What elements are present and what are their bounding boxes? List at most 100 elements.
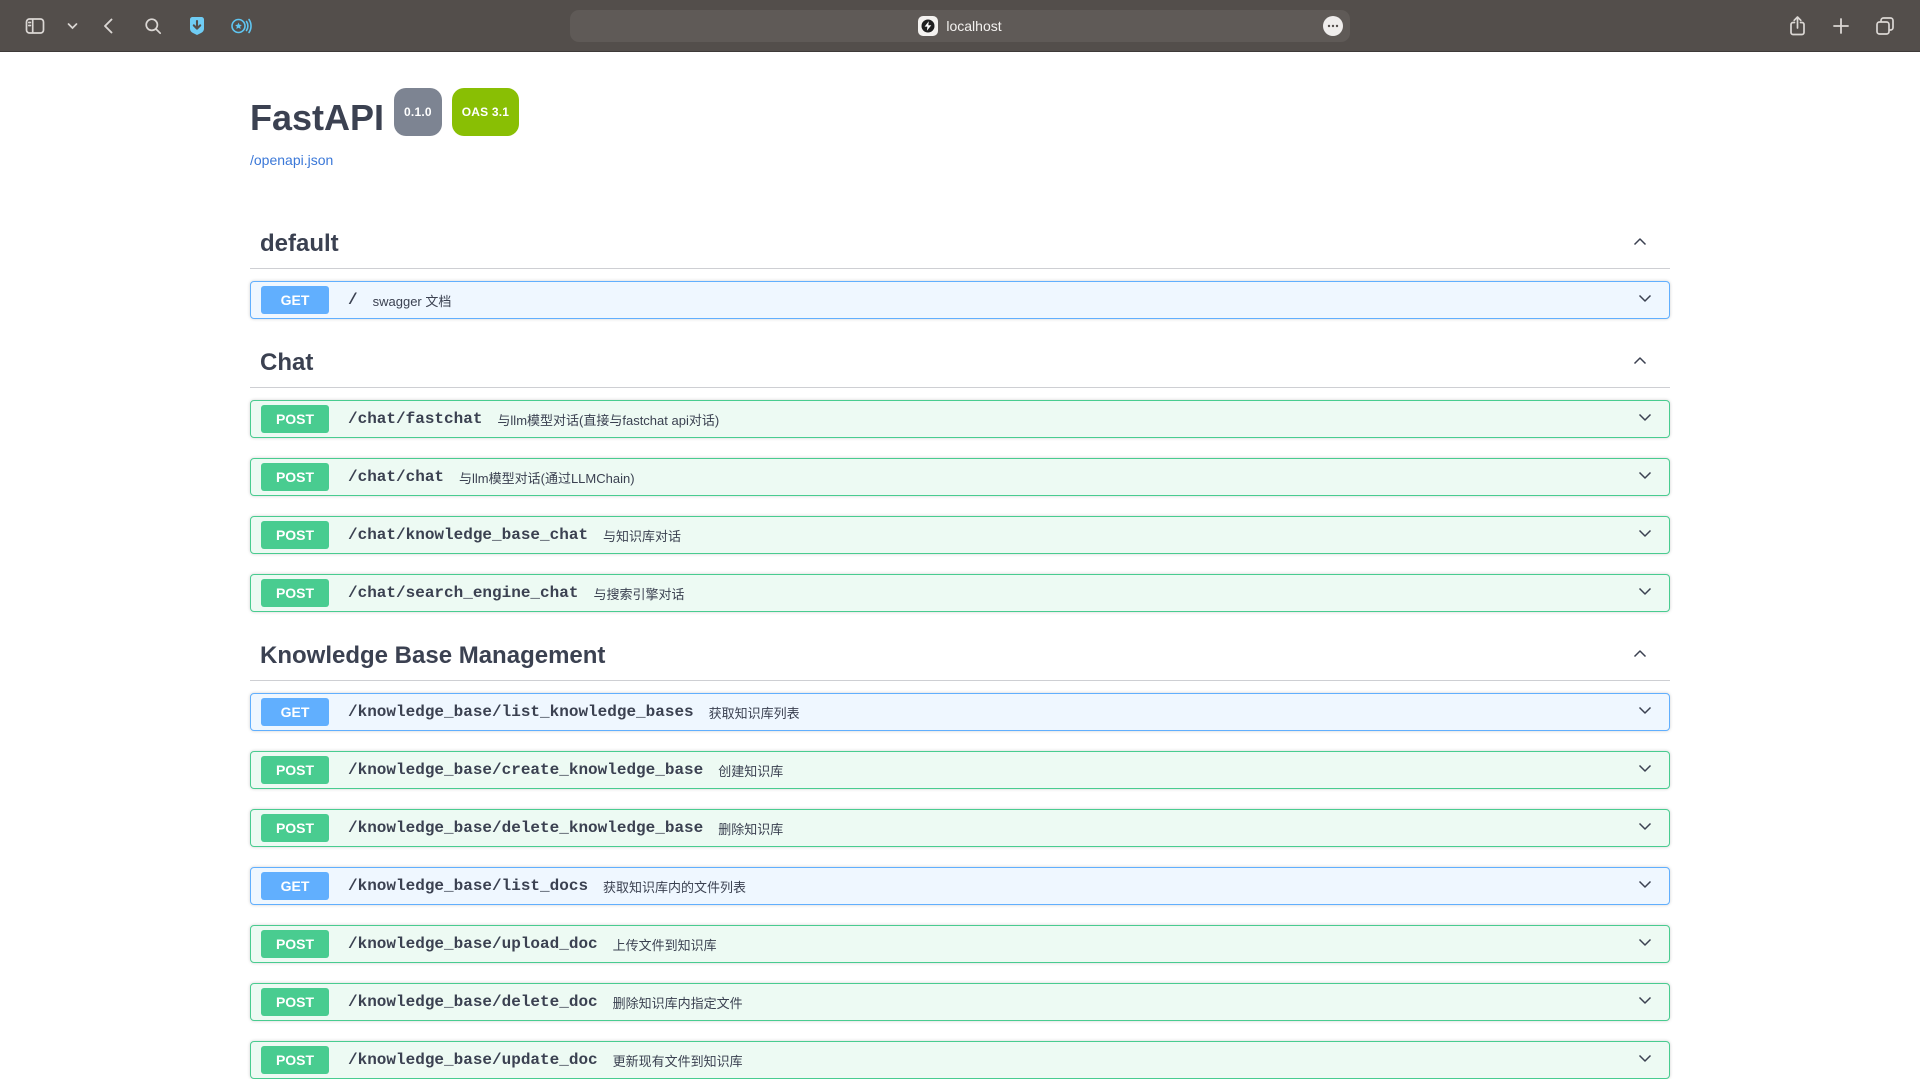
endpoint-row[interactable]: GET /knowledge_base/list_knowledge_bases… bbox=[250, 693, 1670, 731]
endpoint-path: /knowledge_base/delete_doc bbox=[348, 993, 598, 1011]
version-badge: 0.1.0 bbox=[394, 88, 442, 136]
section-title: Chat bbox=[260, 349, 313, 377]
endpoint-description: 与搜索引擎对话 bbox=[593, 584, 684, 603]
back-button[interactable] bbox=[92, 9, 126, 43]
chevron-down-icon bbox=[1635, 700, 1655, 725]
chevron-down-icon bbox=[1635, 407, 1655, 432]
sidebar-icon bbox=[24, 15, 46, 37]
url-text: localhost bbox=[946, 18, 1001, 34]
section-header[interactable]: Knowledge Base Management bbox=[250, 632, 1670, 681]
chevron-down-icon bbox=[1635, 758, 1655, 783]
chevron-down-icon bbox=[1635, 465, 1655, 490]
endpoint-row[interactable]: POST /chat/fastchat 与llm模型对话(直接与fastchat… bbox=[250, 400, 1670, 438]
endpoint-description: 与llm模型对话(直接与fastchat api对话) bbox=[497, 410, 719, 429]
endpoint-row[interactable]: POST /knowledge_base/upload_doc 上传文件到知识库 bbox=[250, 925, 1670, 963]
method-badge: POST bbox=[261, 463, 329, 491]
endpoint-path: /knowledge_base/upload_doc bbox=[348, 935, 598, 953]
share-icon bbox=[1787, 15, 1808, 37]
api-title-text: FastAPI bbox=[250, 98, 384, 138]
endpoint-summary: GET /knowledge_base/list_docs 获取知识库内的文件列… bbox=[251, 868, 1669, 904]
endpoint-summary: POST /knowledge_base/upload_doc 上传文件到知识库 bbox=[251, 926, 1669, 962]
endpoint-row[interactable]: GET /knowledge_base/list_docs 获取知识库内的文件列… bbox=[250, 867, 1670, 905]
endpoint-path: /chat/chat bbox=[348, 468, 444, 486]
section-body: GET /knowledge_base/list_knowledge_bases… bbox=[250, 681, 1670, 1079]
chevron-down-icon bbox=[1635, 581, 1655, 606]
chevron-up-icon bbox=[1630, 644, 1650, 669]
section-header[interactable]: Chat bbox=[250, 339, 1670, 388]
method-badge: POST bbox=[261, 988, 329, 1016]
endpoint-description: 创建知识库 bbox=[718, 761, 783, 780]
tag-section: Chat POST /chat/fastchat 与llm模型对话(直接与fas… bbox=[250, 339, 1670, 612]
share-button[interactable] bbox=[1780, 9, 1814, 43]
method-badge: GET bbox=[261, 286, 329, 314]
api-info: FastAPI 0.1.0 OAS 3.1 /openapi.json bbox=[250, 52, 1670, 170]
chevron-down-icon bbox=[1635, 990, 1655, 1015]
endpoint-row[interactable]: POST /knowledge_base/delete_knowledge_ba… bbox=[250, 809, 1670, 847]
chevron-down-icon bbox=[1635, 932, 1655, 957]
endpoint-path: /knowledge_base/list_knowledge_bases bbox=[348, 703, 694, 721]
endpoint-description: 获取知识库列表 bbox=[709, 703, 800, 722]
search-icon bbox=[143, 16, 163, 36]
tag-section: Knowledge Base Management GET /knowledge… bbox=[250, 632, 1670, 1079]
endpoint-row[interactable]: POST /knowledge_base/create_knowledge_ba… bbox=[250, 751, 1670, 789]
sidebar-dropdown-button[interactable] bbox=[62, 9, 82, 43]
endpoint-row[interactable]: POST /chat/chat 与llm模型对话(通过LLMChain) bbox=[250, 458, 1670, 496]
tag-section: default GET / swagger 文档 bbox=[250, 220, 1670, 319]
endpoint-description: 更新现有文件到知识库 bbox=[613, 1051, 743, 1070]
method-badge: POST bbox=[261, 814, 329, 842]
tab-overview-icon bbox=[1874, 15, 1896, 37]
endpoint-row[interactable]: GET / swagger 文档 bbox=[250, 281, 1670, 319]
page-title: FastAPI 0.1.0 OAS 3.1 bbox=[250, 94, 1670, 142]
section-body: POST /chat/fastchat 与llm模型对话(直接与fastchat… bbox=[250, 388, 1670, 612]
endpoint-path: /chat/knowledge_base_chat bbox=[348, 526, 588, 544]
shield-extension-icon bbox=[186, 15, 208, 37]
endpoint-path: /knowledge_base/create_knowledge_base bbox=[348, 761, 703, 779]
search-button[interactable] bbox=[136, 9, 170, 43]
method-badge: GET bbox=[261, 872, 329, 900]
content-wrapper: FastAPI 0.1.0 OAS 3.1 /openapi.json defa… bbox=[230, 52, 1690, 1079]
endpoint-row[interactable]: POST /knowledge_base/update_doc 更新现有文件到知… bbox=[250, 1041, 1670, 1079]
endpoint-description: 获取知识库内的文件列表 bbox=[603, 877, 746, 896]
broadcast-extension-button[interactable] bbox=[224, 9, 258, 43]
section-title: default bbox=[260, 230, 339, 258]
site-favicon-bolt-icon bbox=[918, 16, 938, 36]
method-badge: POST bbox=[261, 579, 329, 607]
endpoint-summary: GET / swagger 文档 bbox=[251, 282, 1669, 318]
endpoint-path: /chat/fastchat bbox=[348, 410, 482, 428]
ellipsis-icon bbox=[1327, 24, 1339, 28]
method-badge: POST bbox=[261, 930, 329, 958]
endpoint-summary: POST /knowledge_base/update_doc 更新现有文件到知… bbox=[251, 1042, 1669, 1078]
address-bar[interactable]: localhost bbox=[570, 10, 1350, 42]
oas-badge: OAS 3.1 bbox=[452, 88, 519, 136]
endpoint-summary: POST /knowledge_base/delete_doc 删除知识库内指定… bbox=[251, 984, 1669, 1020]
endpoint-description: 删除知识库内指定文件 bbox=[613, 993, 743, 1012]
endpoint-row[interactable]: POST /knowledge_base/delete_doc 删除知识库内指定… bbox=[250, 983, 1670, 1021]
new-tab-button[interactable] bbox=[1824, 9, 1858, 43]
broadcast-extension-icon bbox=[229, 15, 253, 37]
chevron-down-icon bbox=[1635, 1048, 1655, 1073]
openapi-spec-link[interactable]: /openapi.json bbox=[250, 152, 333, 168]
toolbar-right-group bbox=[1780, 9, 1902, 43]
endpoint-row[interactable]: POST /chat/search_engine_chat 与搜索引擎对话 bbox=[250, 574, 1670, 612]
chevron-up-icon bbox=[1630, 351, 1650, 376]
chevron-down-icon bbox=[67, 22, 78, 30]
chevron-down-icon bbox=[1635, 523, 1655, 548]
chevron-up-icon bbox=[1630, 232, 1650, 257]
shield-extension-button[interactable] bbox=[180, 9, 214, 43]
method-badge: GET bbox=[261, 698, 329, 726]
endpoint-path: /chat/search_engine_chat bbox=[348, 584, 578, 602]
endpoint-description: swagger 文档 bbox=[373, 291, 452, 310]
section-header[interactable]: default bbox=[250, 220, 1670, 269]
method-badge: POST bbox=[261, 1046, 329, 1074]
endpoint-row[interactable]: POST /chat/knowledge_base_chat 与知识库对话 bbox=[250, 516, 1670, 554]
method-badge: POST bbox=[261, 405, 329, 433]
endpoint-description: 删除知识库 bbox=[718, 819, 783, 838]
page-menu-button[interactable] bbox=[1323, 16, 1343, 36]
sidebar-toggle-button[interactable] bbox=[18, 9, 52, 43]
chevron-down-icon bbox=[1635, 816, 1655, 841]
chevron-down-icon bbox=[1635, 874, 1655, 899]
sections: default GET / swagger 文档 Chat bbox=[250, 220, 1670, 1079]
swagger-page: FastAPI 0.1.0 OAS 3.1 /openapi.json defa… bbox=[0, 52, 1920, 1079]
method-badge: POST bbox=[261, 521, 329, 549]
tab-overview-button[interactable] bbox=[1868, 9, 1902, 43]
